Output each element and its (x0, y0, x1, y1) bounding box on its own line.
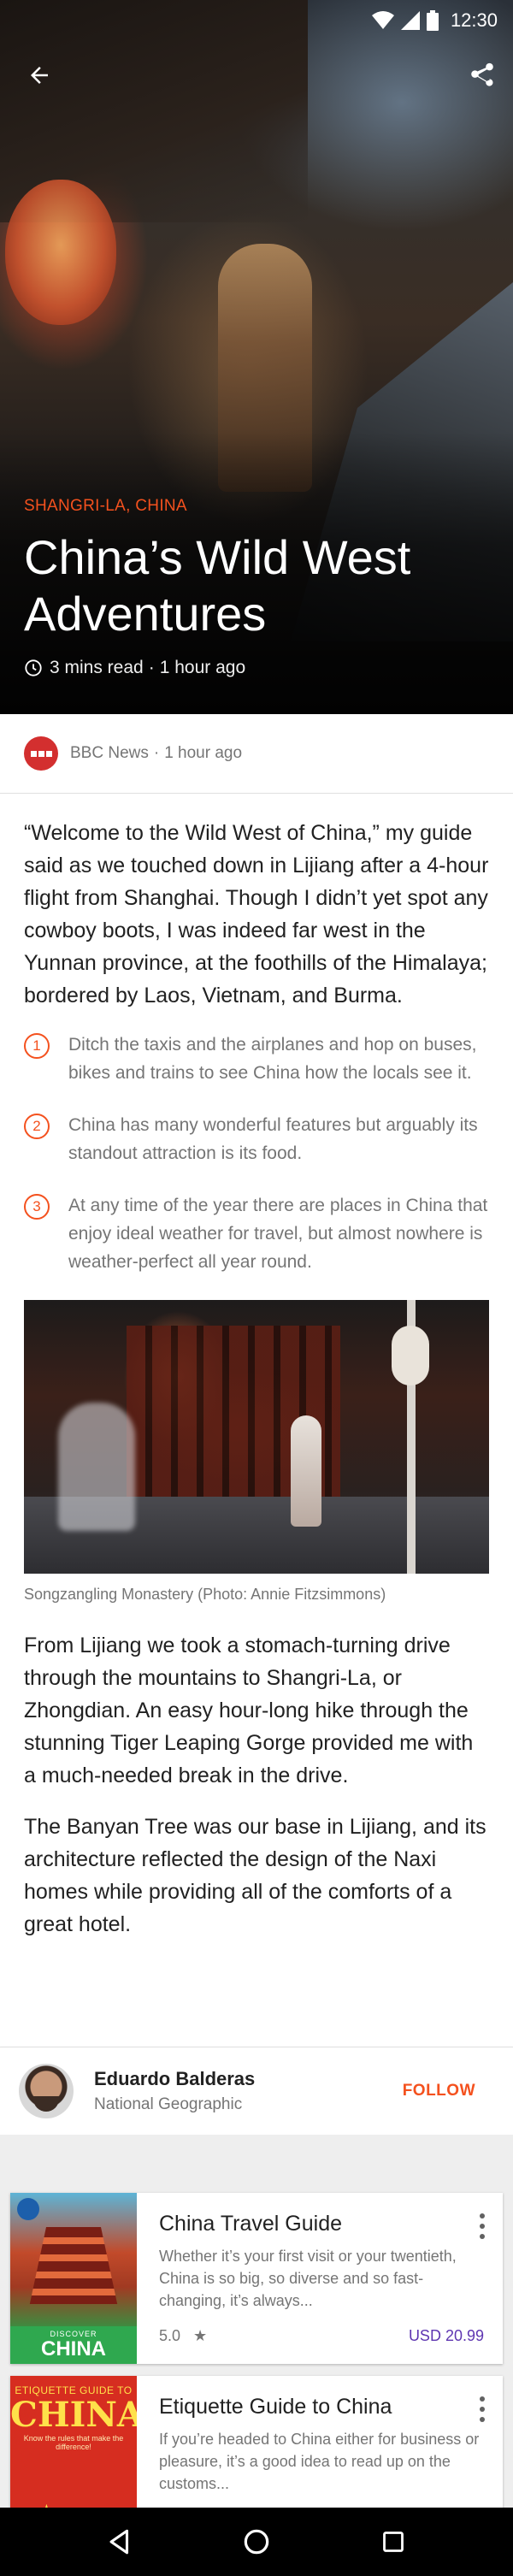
hero-text: SHANGRI-LA, CHINA China’s Wild West Adve… (24, 497, 489, 678)
tip-number: 3 (24, 1194, 50, 1220)
read-time: 3 mins read (50, 658, 144, 677)
back-button[interactable] (21, 56, 58, 94)
article-intro: “Welcome to the Wild West of China,” my … (24, 821, 489, 1007)
book-cover: DISCOVER CHINA (10, 2193, 137, 2364)
tip-text: Ditch the taxis and the airplanes and ho… (68, 1035, 477, 1083)
product-title: Etiquette Guide to China (159, 2395, 392, 2419)
nav-recents-button[interactable] (368, 2516, 419, 2567)
share-button[interactable] (463, 56, 501, 94)
published-time: 1 hour ago (159, 658, 246, 677)
product-description: Whether it’s your first visit or your tw… (159, 2248, 457, 2309)
rating-value: 5.0 (159, 2327, 181, 2344)
cover-band: DISCOVER CHINA (10, 2326, 137, 2364)
author-info: Eduardo Balderas National Geographic (94, 2068, 403, 2114)
author-row: Eduardo Balderas National Geographic FOL… (0, 2047, 513, 2135)
square-recents-icon (383, 2532, 404, 2552)
more-vert-icon[interactable] (474, 2396, 491, 2422)
signal-icon (400, 11, 420, 30)
article-body: “Welcome to the Wild West of China,” my … (24, 817, 489, 1959)
product-title: China Travel Guide (159, 2212, 343, 2236)
tips-list: 1 Ditch the taxis and the airplanes and … (24, 1031, 489, 1276)
triangle-back-icon (109, 2529, 129, 2555)
product-description: If you’re headed to China either for bus… (159, 2431, 480, 2492)
cover-pagoda (29, 2227, 118, 2304)
product-rating: 5.0 ★ (159, 2327, 207, 2345)
system-nav-bar (0, 2508, 513, 2576)
product-price: USD 20.99 (408, 2327, 484, 2344)
status-time: 12:30 (450, 9, 498, 31)
clock-icon (25, 659, 42, 676)
nav-back-button[interactable] (94, 2516, 145, 2567)
cover-kicker: DISCOVER (50, 2330, 97, 2338)
source-name: BBC News (70, 744, 149, 762)
hero-lantern (5, 180, 116, 325)
product-list: DISCOVER CHINA China Travel Guide Whethe… (0, 2135, 513, 2547)
battery-icon (426, 10, 439, 31)
more-vert-icon[interactable] (474, 2213, 491, 2239)
location-label: SHANGRI-LA, CHINA (24, 497, 187, 515)
nav-home-button[interactable] (231, 2516, 282, 2567)
publisher-logo (17, 2198, 39, 2220)
photo-caption: Songzangling Monastery (Photo: Annie Fit… (24, 1586, 386, 1603)
article-meta: 3 mins read · 1 hour ago (24, 658, 489, 678)
source-row[interactable]: BBC News · 1 hour ago (0, 714, 513, 794)
tip-number: 1 (24, 1033, 50, 1059)
photo-cyclist (58, 1403, 135, 1531)
circle-home-icon (244, 2529, 269, 2555)
card-body: China Travel Guide Whether it’s your fir… (137, 2193, 503, 2364)
tip-item: 1 Ditch the taxis and the airplanes and … (24, 1031, 489, 1087)
tip-text: China has many wonderful features but ar… (68, 1115, 478, 1163)
wifi-icon (371, 11, 394, 29)
meta-separator: · (148, 658, 155, 677)
share-icon (471, 62, 493, 86)
photo-walker (291, 1415, 321, 1527)
source-time: 1 hour ago (164, 744, 243, 762)
product-card[interactable]: DISCOVER CHINA China Travel Guide Whethe… (10, 2193, 503, 2364)
cover-title: CHINA (41, 2337, 106, 2360)
tip-text: At any time of the year there are places… (68, 1196, 488, 1272)
hero-image: 12:30 SHANGRI-LA, CHINA China’s Wild Wes… (0, 0, 513, 714)
source-separator: · (153, 744, 160, 762)
follow-button[interactable]: FOLLOW (403, 2082, 475, 2100)
article-paragraph: From Lijiang we took a stomach-turning d… (24, 1634, 474, 1787)
bbc-logo (24, 736, 58, 771)
photo-sign (392, 1326, 429, 1385)
author-name: Eduardo Balderas (94, 2068, 256, 2089)
tip-item: 2 China has many wonderful features but … (24, 1111, 489, 1167)
tip-item: 3 At any time of the year there are plac… (24, 1191, 489, 1276)
article-title: China’s Wild West Adventures (24, 530, 411, 641)
author-organization: National Geographic (94, 2095, 243, 2113)
cover-subtitle: Know the rules that make the difference! (23, 2434, 124, 2451)
cover-title: CHINA (10, 2395, 137, 2435)
arrow-left-icon (31, 67, 48, 84)
avatar[interactable] (19, 2064, 74, 2118)
status-bar: 12:30 (0, 0, 513, 41)
card-footer: 5.0 ★ USD 20.99 (159, 2327, 484, 2345)
article-paragraph: The Banyan Tree was our base in Lijiang,… (24, 1815, 486, 1936)
article-photo[interactable] (24, 1300, 489, 1574)
star-icon: ★ (193, 2327, 208, 2344)
tip-number: 2 (24, 1114, 50, 1139)
